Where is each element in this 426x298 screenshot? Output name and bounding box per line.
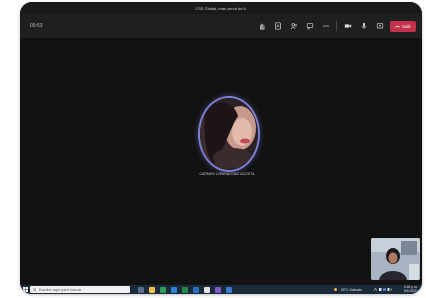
hand-icon (259, 23, 264, 30)
self-video-image (371, 238, 420, 280)
chat-button[interactable] (304, 21, 315, 32)
word-icon[interactable] (193, 286, 199, 293)
excel-icon[interactable] (182, 286, 188, 293)
windows-logo-icon (22, 287, 28, 292)
phone-hangup-icon (395, 25, 400, 27)
meeting-window: CSE Global, más cerca de ti. 09:63 Salir… (20, 2, 422, 294)
taskbar-apps (138, 286, 232, 293)
edge-icon[interactable] (171, 286, 177, 293)
tray-icons[interactable] (365, 287, 401, 292)
microphone-button[interactable] (358, 21, 369, 32)
leave-button[interactable]: Salir (390, 20, 416, 32)
microphone-icon (361, 22, 366, 30)
app-icon[interactable] (204, 286, 210, 293)
system-tray: 29°C Soleado 3:18 p. m. 5/11/2021 (333, 285, 418, 294)
raise-hand-button[interactable] (256, 21, 267, 32)
share-icon (376, 23, 383, 29)
leave-label: Salir (401, 23, 411, 29)
share-screen-button[interactable] (374, 21, 385, 32)
participant-photo (200, 98, 258, 170)
window-title-bar: CSE Global, más cerca de ti. (20, 2, 422, 14)
window-title: CSE Global, más cerca de ti. (195, 5, 247, 11)
start-button[interactable] (20, 285, 30, 294)
weather-text: 29°C Soleado (340, 287, 362, 292)
meeting-controls: Salir (256, 20, 416, 32)
teams-icon[interactable] (215, 286, 221, 293)
participant-name: CARMEN LORENA DIAZ ACOSTA (199, 172, 255, 176)
reactions-icon (274, 22, 281, 30)
toolbar-divider (336, 21, 337, 31)
meeting-timer: 09:63 (30, 23, 43, 29)
search-icon (33, 287, 37, 292)
more-options-button[interactable] (320, 21, 331, 32)
camera-button[interactable] (342, 21, 353, 32)
reactions-button[interactable] (272, 21, 283, 32)
browser-icon[interactable] (160, 286, 166, 293)
file-explorer-icon[interactable] (149, 286, 155, 293)
self-video-preview[interactable] (371, 238, 420, 280)
task-view-icon[interactable] (138, 286, 144, 293)
taskbar-search[interactable]: Escribe aquí para buscar (30, 286, 130, 293)
system-clock[interactable]: 3:18 p. m. 5/11/2021 (403, 285, 418, 293)
weather-icon (333, 288, 337, 291)
people-icon (290, 23, 297, 29)
chat-icon (306, 23, 313, 30)
more-icon (322, 25, 329, 27)
participant-avatar[interactable] (198, 96, 260, 172)
meeting-toolbar: 09:63 Salir (20, 14, 422, 38)
search-placeholder: Escribe aquí para buscar (39, 287, 82, 292)
meeting-stage: CARMEN LORENA DIAZ ACOSTA (20, 38, 422, 285)
word-icon-2[interactable] (226, 286, 232, 293)
participants-button[interactable] (288, 21, 299, 32)
camera-icon (344, 24, 351, 28)
clock-date: 5/11/2021 (403, 288, 418, 293)
windows-taskbar: Escribe aquí para buscar 29°C Soleado 3:… (20, 285, 422, 294)
